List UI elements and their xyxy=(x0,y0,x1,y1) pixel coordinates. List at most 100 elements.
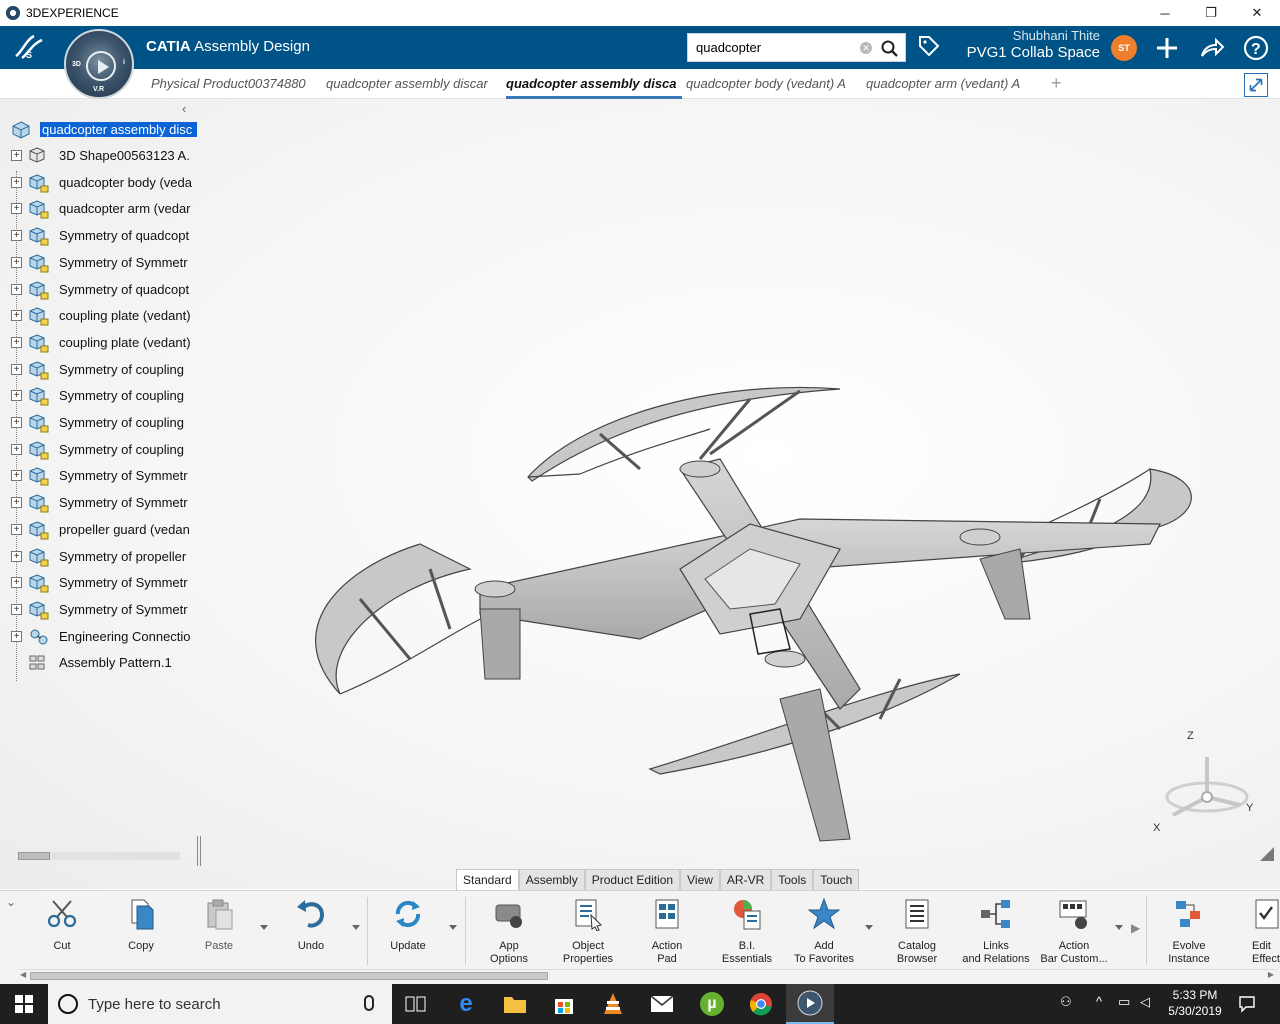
tree-node-label[interactable]: Symmetry of Symmetr xyxy=(59,468,198,483)
3d-viewport[interactable]: ‹ quadcopter assembly disc +3D Shape0056… xyxy=(0,99,1280,889)
action-bar-customization-button[interactable]: Action Bar Custom... xyxy=(1039,897,1109,966)
tree-node[interactable]: + coupling plate (vedant) xyxy=(0,305,200,327)
add-icon[interactable] xyxy=(1153,34,1181,62)
tree-node-label[interactable]: Engineering Connectio xyxy=(59,629,198,644)
compass-widget[interactable]: 3D i V.R xyxy=(64,29,134,99)
close-button[interactable]: ✕ xyxy=(1234,0,1280,26)
bi-essentials-button[interactable]: B.I. Essentials xyxy=(712,897,782,966)
tree-node-label[interactable]: Symmetry of Symmetr xyxy=(59,602,198,617)
scroll-right-arrow-icon[interactable]: ▶ xyxy=(1268,970,1274,979)
search-box[interactable]: ✕ xyxy=(687,33,906,62)
expand-node-icon[interactable]: + xyxy=(11,150,22,161)
customize-dropdown-icon[interactable] xyxy=(1115,925,1123,930)
notifications-icon[interactable] xyxy=(1238,995,1256,1013)
tree-node[interactable]: + Symmetry of quadcopt xyxy=(0,279,200,301)
search-input[interactable] xyxy=(696,40,856,55)
avatar[interactable]: ST xyxy=(1111,35,1137,61)
tree-node[interactable]: + Symmetry of quadcopt xyxy=(0,225,200,247)
expand-node-icon[interactable]: + xyxy=(11,577,22,589)
action-bar-collapse-icon[interactable]: ⌄ xyxy=(6,895,16,909)
tree-node-label[interactable]: Assembly Pattern.1 xyxy=(59,655,198,670)
catalog-browser-button[interactable]: Catalog Browser xyxy=(882,897,952,966)
copy-button[interactable]: Copy xyxy=(106,897,176,953)
tree-node[interactable]: + propeller guard (vedan xyxy=(0,519,200,541)
tree-node[interactable]: + quadcopter body (veda xyxy=(0,172,200,194)
tree-root-label[interactable]: quadcopter assembly disc xyxy=(40,122,197,137)
tree-node-label[interactable]: Symmetry of coupling xyxy=(59,362,198,377)
people-icon[interactable]: ⚇ xyxy=(1060,994,1072,1010)
expand-node-icon[interactable]: + xyxy=(11,310,22,322)
chrome-icon[interactable] xyxy=(737,984,785,1024)
tab-touch[interactable]: Touch xyxy=(813,869,860,890)
tree-collapse-button[interactable]: ‹ xyxy=(182,101,186,116)
update-button[interactable]: Update xyxy=(373,897,443,953)
tab-product-edition[interactable]: Product Edition xyxy=(584,869,681,890)
expand-node-icon[interactable]: + xyxy=(11,176,22,188)
tree-node-label[interactable]: Symmetry of Symmetr xyxy=(59,255,198,270)
tree-node[interactable]: Assembly Pattern.1 xyxy=(0,652,200,674)
tree-splitter[interactable] xyxy=(197,836,201,866)
tray-expand-icon[interactable]: ^ xyxy=(1096,994,1102,1009)
tree-node-label[interactable]: quadcopter arm (vedar xyxy=(59,201,198,216)
expand-node-icon[interactable]: + xyxy=(11,390,22,402)
cut-button[interactable]: Cut xyxy=(27,897,97,953)
tree-node-label[interactable]: coupling plate (vedant) xyxy=(59,335,198,350)
tree-node[interactable]: + Symmetry of Symmetr xyxy=(0,599,200,621)
fullscreen-icon[interactable] xyxy=(1244,73,1268,97)
play-icon[interactable] xyxy=(86,51,116,81)
expand-node-icon[interactable]: + xyxy=(11,230,22,242)
undo-button[interactable]: Undo xyxy=(276,897,346,953)
expand-node-icon[interactable]: + xyxy=(11,336,22,348)
tab-assembly[interactable]: Assembly xyxy=(518,869,585,890)
tree-node-label[interactable]: Symmetry of coupling xyxy=(59,388,198,403)
scroll-left-arrow-icon[interactable]: ◀ xyxy=(20,970,26,979)
tab-assembly-active[interactable]: quadcopter assembly disca xyxy=(506,76,682,91)
store-icon[interactable] xyxy=(540,984,588,1024)
tree-node-label[interactable]: Symmetry of coupling xyxy=(59,442,198,457)
tree-node[interactable]: + coupling plate (vedant) xyxy=(0,332,200,354)
tab-assembly-1[interactable]: quadcopter assembly discar xyxy=(326,76,498,91)
expand-node-icon[interactable]: + xyxy=(11,497,22,509)
expand-node-icon[interactable]: + xyxy=(11,630,22,642)
paste-dropdown-icon[interactable] xyxy=(260,925,268,930)
tree-node-label[interactable]: Symmetry of Symmetr xyxy=(59,495,198,510)
dassault-logo-icon[interactable]: S xyxy=(12,32,48,62)
tree-node-label[interactable]: Symmetry of quadcopt xyxy=(59,282,198,297)
expand-node-icon[interactable]: + xyxy=(11,363,22,375)
expand-node-icon[interactable]: + xyxy=(11,283,22,295)
resize-corner-icon[interactable] xyxy=(1258,845,1276,863)
update-dropdown-icon[interactable] xyxy=(449,925,457,930)
tree-node-label[interactable]: Symmetry of Symmetr xyxy=(59,575,198,590)
action-pad-button[interactable]: Action Pad xyxy=(632,897,702,966)
tag-icon[interactable] xyxy=(917,34,941,58)
tab-physical-product[interactable]: Physical Product00374880 xyxy=(151,76,321,91)
start-button[interactable] xyxy=(0,984,48,1024)
object-properties-button[interactable]: Object Properties xyxy=(553,897,623,966)
expand-node-icon[interactable]: + xyxy=(11,603,22,615)
expand-node-icon[interactable]: + xyxy=(11,443,22,455)
expand-node-icon[interactable]: + xyxy=(11,417,22,428)
links-and-relations-button[interactable]: Links and Relations xyxy=(961,897,1031,966)
tree-scroll-thumb[interactable] xyxy=(18,852,50,860)
tree-node-label[interactable]: 3D Shape00563123 A. xyxy=(59,148,198,163)
app-options-button[interactable]: App Options xyxy=(474,897,544,966)
tree-node-label[interactable]: quadcopter body (veda xyxy=(59,175,198,190)
expand-node-icon[interactable]: + xyxy=(11,470,22,482)
tree-node[interactable]: + Symmetry of Symmetr xyxy=(0,492,200,514)
tree-horizontal-scrollbar[interactable] xyxy=(18,852,180,860)
action-bar-scrollbar[interactable]: ◀ ▶ xyxy=(18,969,1278,981)
clear-search-icon[interactable]: ✕ xyxy=(860,42,872,54)
tree-node[interactable]: + Symmetry of Symmetr xyxy=(0,465,200,487)
vlc-icon[interactable] xyxy=(589,984,637,1024)
tab-view[interactable]: View xyxy=(680,869,720,890)
share-icon[interactable] xyxy=(1198,34,1226,62)
scroll-right-icon[interactable]: ▶ xyxy=(1131,921,1140,935)
minimize-button[interactable]: ─ xyxy=(1142,0,1188,26)
tree-node-label[interactable]: Symmetry of quadcopt xyxy=(59,228,198,243)
help-icon[interactable]: ? xyxy=(1242,34,1270,62)
expand-node-icon[interactable]: + xyxy=(11,523,22,535)
expand-node-icon[interactable]: + xyxy=(11,550,22,562)
edge-browser-icon[interactable]: e xyxy=(442,984,490,1024)
tree-node[interactable]: + Symmetry of coupling xyxy=(0,439,200,461)
tab-standard[interactable]: Standard xyxy=(456,869,519,890)
